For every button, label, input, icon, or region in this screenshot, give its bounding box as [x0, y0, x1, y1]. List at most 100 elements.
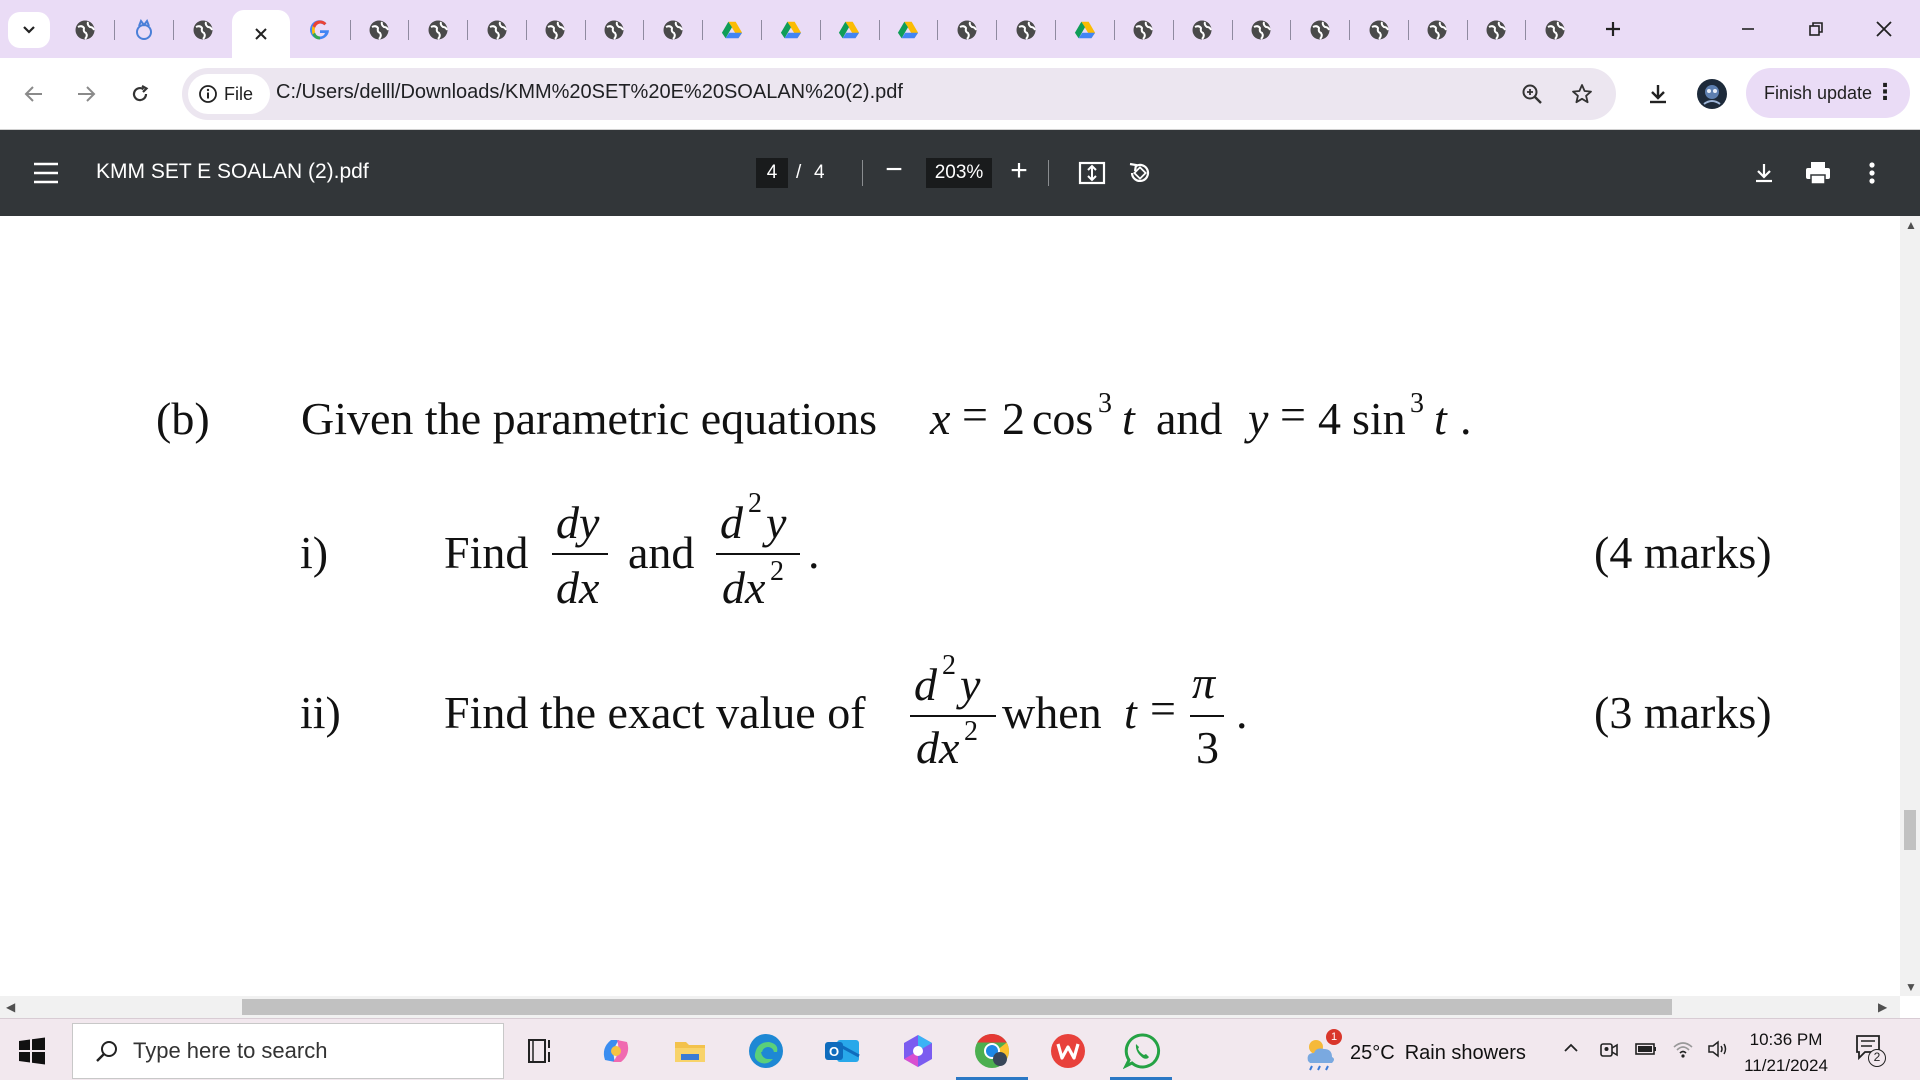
notifications-button[interactable]: 2 [1854, 1033, 1886, 1070]
browser-tab[interactable] [820, 10, 878, 50]
browser-tab[interactable] [1350, 10, 1408, 50]
browser-tab[interactable] [1467, 10, 1525, 50]
taskbar-copilot[interactable] [594, 1029, 638, 1073]
close-icon[interactable] [250, 23, 272, 45]
pdf-download-button[interactable] [1748, 157, 1780, 189]
whatsapp-icon [1123, 1033, 1161, 1070]
browser-tab[interactable] [703, 10, 761, 50]
volume-icon[interactable] [1706, 1039, 1730, 1064]
q2-d2y-y: y [960, 659, 981, 710]
browser-tab[interactable] [585, 10, 643, 50]
q1-d2y-y: y [766, 497, 787, 548]
system-clock[interactable]: 10:36 PM 11/21/2024 [1736, 1027, 1836, 1079]
browser-tab[interactable] [879, 10, 937, 50]
browser-tab[interactable] [938, 10, 996, 50]
zoom-in-button[interactable]: + [1004, 156, 1034, 188]
equals-sign: = [1280, 389, 1306, 440]
taskbar-file-explorer[interactable] [668, 1029, 712, 1073]
scroll-right-icon[interactable]: ▶ [1878, 1000, 1887, 1014]
minimize-button[interactable] [1728, 14, 1768, 44]
browser-tab[interactable] [291, 10, 349, 50]
vertical-scroll-thumb[interactable] [1904, 810, 1916, 850]
scroll-left-icon[interactable]: ◀ [6, 1000, 15, 1014]
browser-tab[interactable] [115, 10, 173, 50]
intro-text: Given the parametric equations [301, 393, 878, 444]
battery-icon[interactable] [1634, 1039, 1658, 1064]
rotate-button[interactable] [1124, 157, 1156, 189]
page-number-input[interactable]: 4 [756, 158, 788, 188]
browser-tab[interactable] [1056, 10, 1114, 50]
browser-tab[interactable] [1173, 10, 1231, 50]
horizontal-scrollbar[interactable]: ◀ ▶ [0, 996, 1900, 1018]
task-view-button[interactable] [518, 1029, 562, 1073]
taskbar-wps[interactable] [1046, 1029, 1090, 1073]
browser-tab[interactable] [56, 10, 114, 50]
chevron-up-icon[interactable] [1562, 1039, 1580, 1062]
finish-update-button[interactable]: Finish update ⋮ [1746, 68, 1910, 118]
pdf-more-button[interactable] [1856, 157, 1888, 189]
zoom-indicator-button[interactable] [1516, 78, 1548, 110]
taskbar-microsoft365[interactable] [896, 1029, 940, 1073]
downloads-button[interactable] [1640, 76, 1676, 112]
scroll-down-icon[interactable]: ▼ [1905, 980, 1917, 994]
browser-tab[interactable] [644, 10, 702, 50]
back-button[interactable] [16, 76, 52, 112]
zoom-out-button[interactable]: − [880, 155, 908, 188]
taskbar-outlook[interactable]: O [820, 1029, 864, 1073]
vertical-scrollbar[interactable]: ▲ ▼ [1900, 216, 1920, 996]
plus-icon [1606, 22, 1620, 36]
bookmark-button[interactable] [1566, 78, 1598, 110]
windows-start-icon[interactable] [18, 1037, 46, 1065]
taskbar-whatsapp[interactable] [1120, 1029, 1164, 1073]
browser-tab[interactable] [409, 10, 467, 50]
browser-tab[interactable] [526, 10, 584, 50]
browser-tab[interactable] [174, 10, 232, 50]
q1-d2y-d: d [720, 497, 743, 548]
address-bar[interactable]: File C:/Users/delll/Downloads/KMM%20SET%… [182, 68, 1616, 120]
browser-tab[interactable] [1408, 10, 1466, 50]
scroll-up-icon[interactable]: ▲ [1905, 218, 1917, 232]
browser-tab[interactable] [1526, 10, 1584, 50]
taskbar-search-box[interactable]: Type here to search [72, 1023, 504, 1079]
browser-tab[interactable] [1291, 10, 1349, 50]
menu-icon[interactable] [32, 160, 60, 186]
close-window-button[interactable] [1864, 14, 1904, 44]
browser-tab[interactable] [1232, 10, 1290, 50]
pdf-document-view: (b) Given the parametric equations x = 2… [0, 216, 1900, 996]
url-text[interactable]: C:/Users/delll/Downloads/KMM%20SET%20E%2… [276, 81, 903, 104]
browser-tab[interactable] [350, 10, 408, 50]
cat-logo-icon [133, 19, 155, 41]
browser-tab[interactable] [762, 10, 820, 50]
reload-button[interactable] [122, 76, 158, 112]
part-label: (b) [156, 393, 210, 444]
meet-now-icon[interactable] [1598, 1039, 1620, 1066]
fit-to-page-button[interactable] [1076, 157, 1108, 189]
q2-d2y-exp: 2 [942, 650, 956, 681]
weather-widget[interactable]: 1 25°C Rain showers [1300, 1029, 1526, 1071]
q1-find: Find [444, 527, 529, 578]
site-info-chip[interactable]: File [188, 74, 270, 114]
tab-search-button[interactable] [8, 12, 50, 48]
horizontal-scroll-thumb[interactable] [242, 999, 1672, 1015]
browser-tab-active[interactable] [232, 10, 290, 58]
wifi-icon[interactable] [1672, 1039, 1694, 1064]
new-tab-button[interactable] [1598, 14, 1628, 44]
copilot-icon [603, 1040, 629, 1062]
print-button[interactable] [1802, 157, 1834, 189]
chevron-down-icon [23, 26, 35, 34]
cos-fn: cos [1032, 393, 1094, 444]
arrow-right-icon [78, 86, 96, 102]
restore-button[interactable] [1796, 14, 1836, 44]
q2-d2y-d: d [914, 659, 937, 710]
browser-tab[interactable] [1114, 10, 1172, 50]
browser-tab[interactable] [997, 10, 1055, 50]
taskbar-edge[interactable] [744, 1029, 788, 1073]
search-placeholder: Type here to search [133, 1038, 328, 1063]
profile-avatar[interactable] [1694, 76, 1730, 112]
zoom-level-input[interactable]: 203% [926, 158, 992, 188]
taskbar-chrome[interactable] [970, 1029, 1014, 1073]
windows-taskbar: Type here to search O 1 25°C Rain shower… [0, 1018, 1920, 1080]
microsoft-365-icon [904, 1035, 932, 1067]
browser-tab[interactable] [468, 10, 526, 50]
forward-button[interactable] [68, 76, 104, 112]
